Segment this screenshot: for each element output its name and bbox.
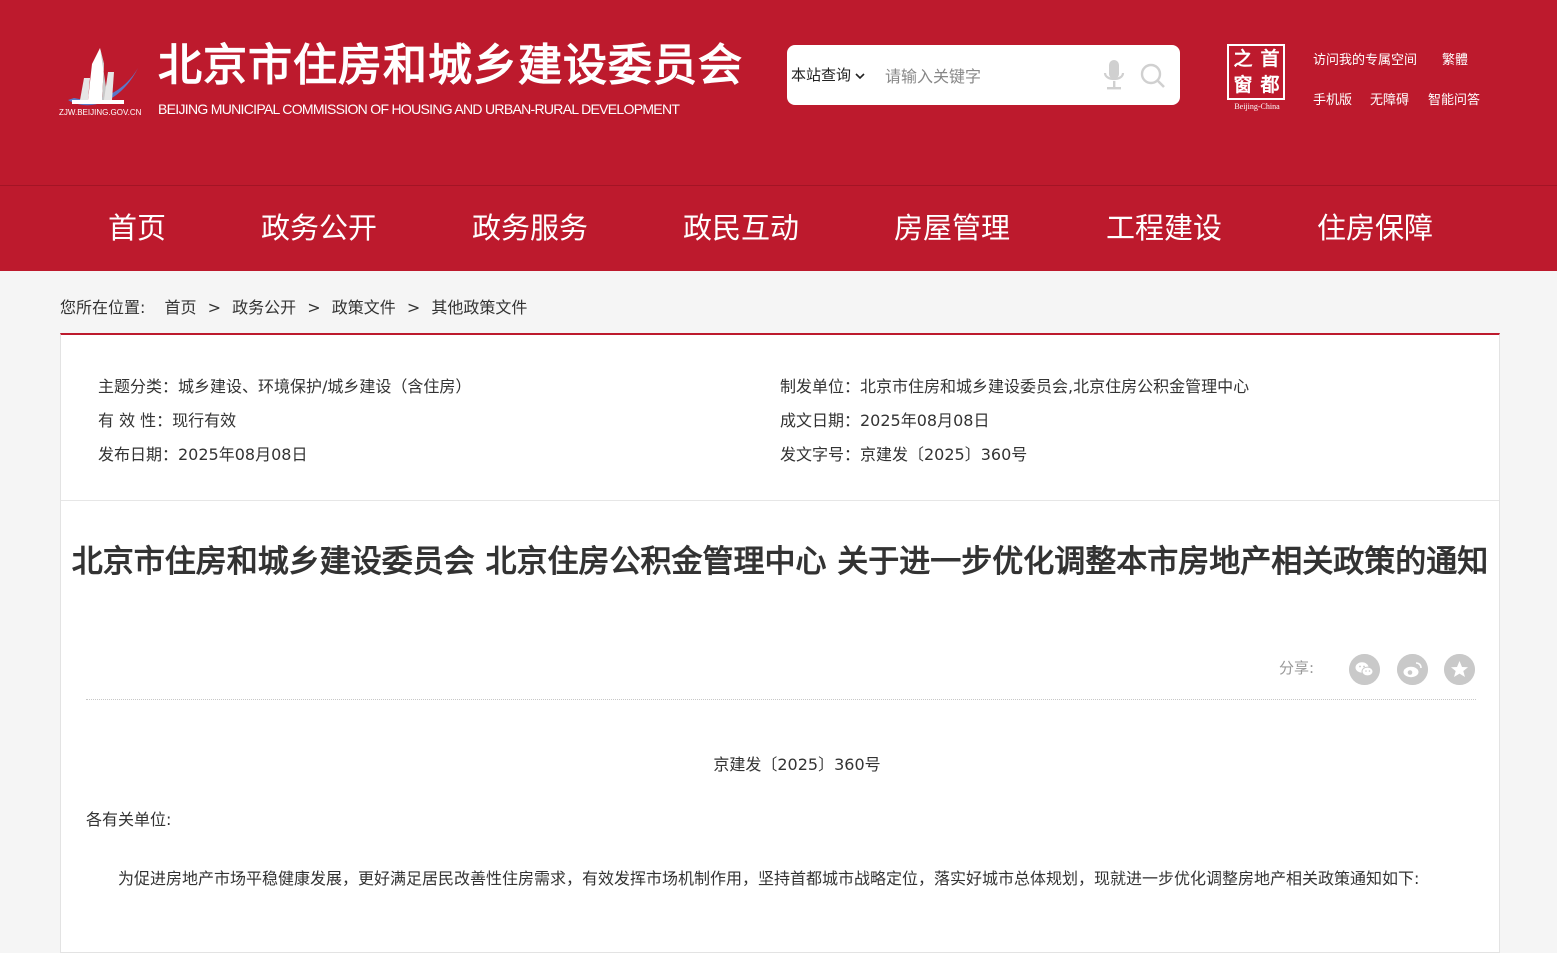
capital-char: 之 [1233, 48, 1253, 70]
search-scope-select[interactable]: 本站查询 [791, 45, 866, 105]
logo-url: ZJW.BEIJING.GOV.CN [59, 108, 142, 117]
breadcrumb-item-home[interactable]: 首页 [165, 298, 197, 317]
microphone-icon[interactable] [1101, 59, 1127, 91]
meta-publish-date: 发布日期：2025年08月08日 [98, 445, 308, 464]
accessibility-link[interactable]: 无障碍 [1370, 89, 1409, 108]
document-metadata: 主题分类：城乡建设、环境保护/城乡建设（含住房） 有 效 性：现行有效 发布日期… [61, 335, 1499, 501]
breadcrumb-separator: > [307, 298, 321, 317]
nav-item-home[interactable]: 首页 [108, 186, 166, 271]
site-subtitle: BEIJING MUNICIPAL COMMISSION OF HOUSING … [158, 101, 680, 117]
mobile-version-link[interactable]: 手机版 [1313, 89, 1352, 108]
personal-space-link[interactable]: 访问我的专属空间 [1313, 49, 1417, 68]
breadcrumb-item-policy-docs[interactable]: 政策文件 [332, 298, 396, 317]
breadcrumb-separator: > [406, 298, 421, 317]
capital-char: 窗 [1233, 74, 1253, 96]
search-icon[interactable] [1139, 62, 1167, 90]
capital-window-logo[interactable]: 之 首 窗 都 Beijing-China [1224, 44, 1290, 114]
site-title[interactable]: 北京市住房和城乡建设委员会 [158, 36, 743, 96]
breadcrumb-item-other-policy[interactable]: 其他政策文件 [431, 298, 527, 317]
breadcrumb-item-gov-open[interactable]: 政务公开 [232, 298, 296, 317]
nav-item-gov-services[interactable]: 政务服务 [472, 186, 588, 271]
favorite-star-icon[interactable] [1444, 654, 1475, 685]
chevron-down-icon [855, 72, 865, 79]
meta-issuer: 制发单位：北京市住房和城乡建设委员会,北京住房公积金管理中心 [780, 377, 1250, 396]
wechat-share-icon[interactable] [1349, 654, 1380, 685]
nav-item-housing-security[interactable]: 住房保障 [1317, 186, 1433, 271]
search-scope-label: 本站查询 [791, 66, 852, 84]
capital-window-label: Beijing-China [1234, 102, 1280, 111]
traditional-chinese-link[interactable]: 繁體 [1442, 49, 1468, 68]
article-title: 北京市住房和城乡建设委员会 北京住房公积金管理中心 关于进一步优化调整本市房地产… [71, 544, 1489, 580]
search-input[interactable] [883, 60, 1087, 92]
content-divider [86, 699, 1476, 700]
nav-item-gov-affairs-open[interactable]: 政务公开 [261, 186, 377, 271]
share-label: 分享: [1279, 659, 1315, 677]
nav-item-construction[interactable]: 工程建设 [1106, 186, 1222, 271]
capital-char: 首 [1260, 48, 1280, 70]
breadcrumb-prefix: 您所在位置: [60, 298, 146, 317]
weibo-share-icon[interactable] [1397, 654, 1428, 685]
capital-char: 都 [1260, 74, 1280, 96]
meta-topic: 主题分类：城乡建设、环境保护/城乡建设（含住房） [98, 377, 472, 396]
main-nav: 首页 政务公开 政务服务 政民互动 房屋管理 工程建设 住房保障 [0, 185, 1557, 271]
meta-validity: 有 效 性：现行有效 [98, 411, 237, 430]
site-header: ZJW.BEIJING.GOV.CN 北京市住房和城乡建设委员会 BEIJING… [0, 0, 1557, 185]
breadcrumb: 您所在位置: 首页 > 政务公开 > 政策文件 > 其他政策文件 [60, 294, 533, 318]
breadcrumb-separator: > [207, 298, 222, 317]
smart-qa-link[interactable]: 智能问答 [1428, 89, 1480, 108]
greeting: 各有关单位: [86, 810, 172, 829]
nav-item-housing-management[interactable]: 房屋管理 [894, 186, 1010, 271]
meta-doc-number: 发文字号：京建发〔2025〕360号 [780, 445, 1028, 464]
nav-item-interaction[interactable]: 政民互动 [683, 186, 799, 271]
article-card: 主题分类：城乡建设、环境保护/城乡建设（含住房） 有 效 性：现行有效 发布日期… [60, 333, 1500, 953]
meta-written-date: 成文日期：2025年08月08日 [780, 411, 990, 430]
body-paragraph: 为促进房地产市场平稳健康发展，更好满足居民改善性住房需求，有效发挥市场机制作用，… [118, 869, 1420, 888]
document-number: 京建发〔2025〕360号 [713, 755, 881, 774]
search-box: 本站查询 [787, 45, 1180, 105]
